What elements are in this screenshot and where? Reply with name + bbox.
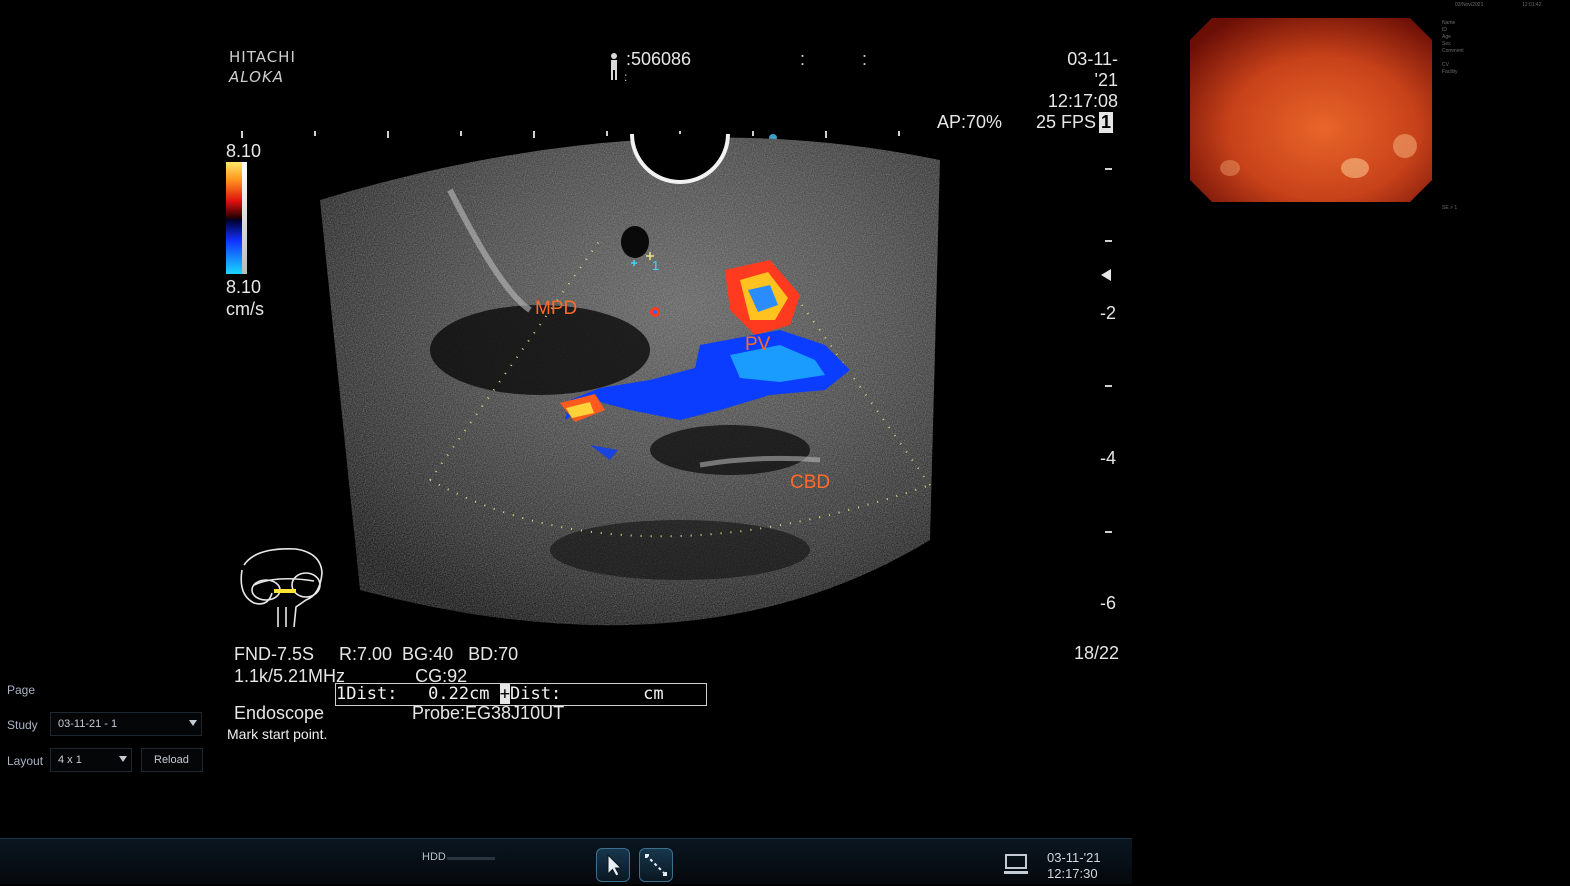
status-message: Mark start point. [227,726,328,742]
brand-line-2: ALOKA [229,68,285,86]
ultrasound-image [320,133,940,626]
annotation-cbd: CBD [790,472,831,493]
depth-label-4: -4 [1100,448,1117,468]
probe-model: Probe:EG38J10UT [412,703,565,723]
annotation-mpd: MPD [535,298,578,319]
distance-2: Dist: cm [510,684,664,704]
reload-button[interactable]: Reload [141,748,203,772]
thumbnail-time: 12:01:42 [1522,2,1542,8]
thumbnail-field: Sex [1442,41,1451,47]
measure-icon [645,854,667,876]
exam-datetime: 03-11-'21 12:17:08 [1046,49,1118,112]
velocity-scale-unit: cm/s [226,299,264,319]
measure-tool-button[interactable] [639,848,673,882]
exam-time: 12:17:08 [1047,91,1118,111]
layout-select[interactable]: 4 x 1 [50,748,132,772]
chevron-down-icon [189,720,197,726]
color-velocity-bar [226,162,242,274]
layout-select-value: 4 x 1 [58,754,82,766]
study-select[interactable]: 03-11-21 - 1 [50,712,202,736]
brand-logo: HITACHI ALOKA [229,47,296,87]
velocity-scale-min-value: 8.10 [226,277,262,297]
pancreas-diagram-icon [240,548,323,628]
thumbnail-field: Facility [1442,69,1458,75]
frame-counter: 18/22 [1074,643,1120,663]
focus-marker-icon [1101,269,1111,281]
annotation-pv: PV [745,334,771,355]
layout-label: Layout [7,754,44,768]
depth-tick [1105,385,1112,387]
system-time: 12:17:30 [1047,866,1098,881]
thumbnail-field: Name [1442,20,1456,26]
patient-id-sub: : [624,70,628,84]
thumbnail-footer: SE > 1 [1442,205,1458,211]
velocity-scale-max: 8.10 [226,141,262,161]
frame-rate: 25 FPS 1 [1036,112,1114,133]
person-icon [611,53,617,80]
header-separator-a: : [800,49,806,69]
system-date: 03-11-'21 [1047,850,1101,865]
study-label: Study [7,718,38,732]
thumbnail-field: ID [1442,27,1447,33]
chevron-down-icon [119,756,127,762]
endoscope-thumbnail[interactable] [1190,18,1432,202]
patient-id: :506086 [626,49,692,69]
header-separator-b: : [862,49,868,69]
color-velocity-bar-edge [242,162,247,274]
taskbar [0,838,1132,884]
depth-tick [1105,240,1112,242]
exam-date: 03-11-'21 [1067,49,1118,90]
thumbnail-field: Comment [1442,48,1464,54]
distance-1-index: 1 [336,684,347,704]
page-label: Page [7,683,36,697]
thumbnail-field: CV [1442,62,1449,68]
hdd-label: HDD [422,851,446,863]
fps-badge: 1 [1099,112,1114,133]
velocity-scale-min: 8.10 cm/s [226,276,264,320]
study-select-value: 03-11-21 - 1 [58,718,118,730]
imaging-parameters: FND-7.5S R:7.00 BG:40 BD:70 1.1k/5.21MHz… [234,643,518,687]
params-line-1: FND-7.5S R:7.00 BG:40 BD:70 [234,644,519,664]
imaging-mode: Endoscope [234,703,325,723]
depth-tick [1105,168,1112,170]
thumbnail-date: 03/Nov/2021 [1455,2,1484,8]
monitor-icon[interactable] [1003,852,1029,878]
depth-label-2: -2 [1100,303,1117,323]
fps-value: 25 FPS [1036,112,1097,132]
depth-tick [1105,531,1112,533]
thumbnail-fields: Name ID Age Sex Comment CV Facility [1442,20,1464,76]
brand-line-1: HITACHI [229,48,296,66]
pointer-tool-button[interactable] [596,848,630,882]
depth-label-6: -6 [1100,593,1117,613]
thumbnail-field [1442,55,1464,62]
distance-1: Dist: 0.22cm [346,684,500,704]
thumbnail-field: Age [1442,34,1451,40]
pointer-icon [607,853,623,877]
distance-2-marker: + [499,684,511,704]
hdd-usage-bar [447,857,495,860]
system-clock: 03-11-'21 12:17:30 [1047,850,1101,882]
measurement-marker-label: 1 [652,258,660,273]
